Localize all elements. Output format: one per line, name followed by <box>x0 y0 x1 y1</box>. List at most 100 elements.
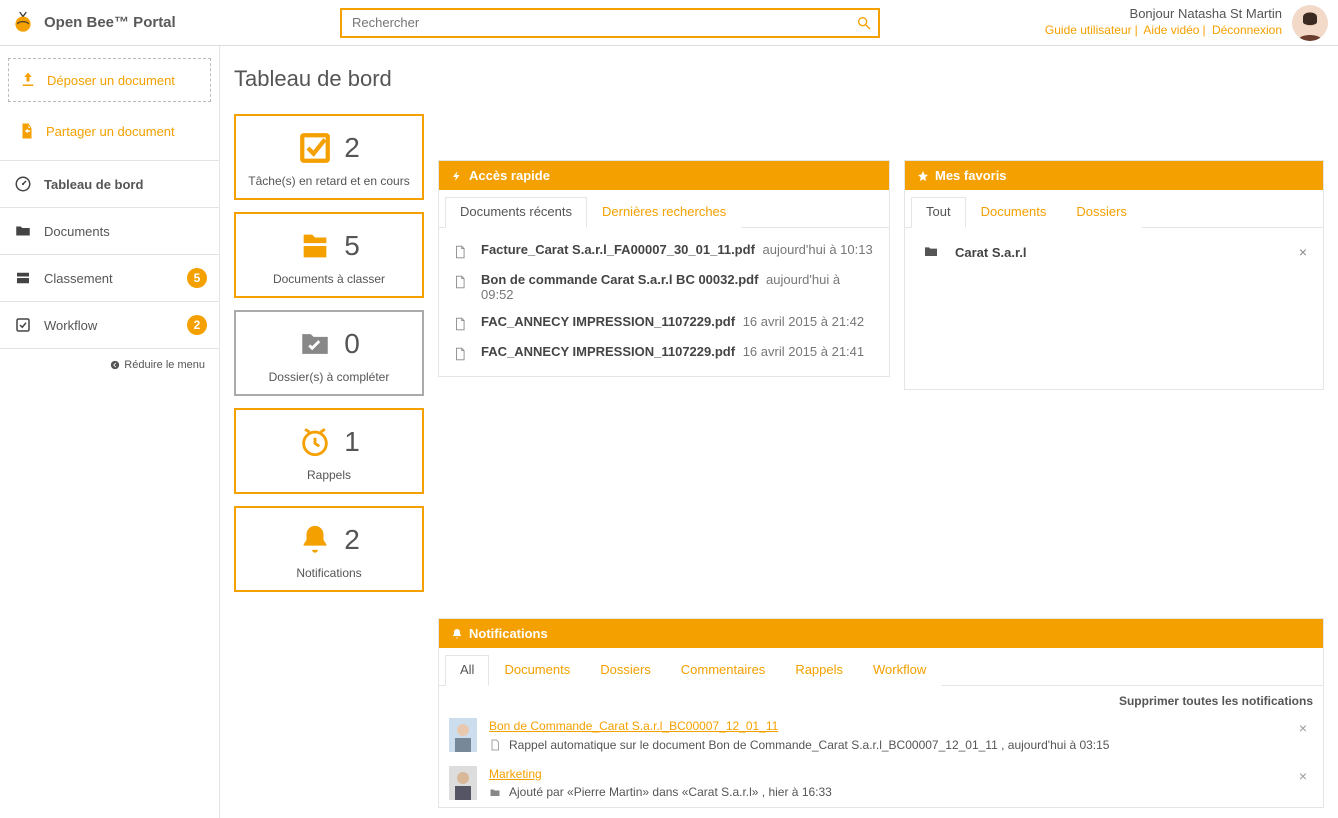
sidebar-item-documents[interactable]: Documents <box>0 208 219 255</box>
tab-notif-folders[interactable]: Dossiers <box>585 655 666 686</box>
link-video[interactable]: Aide vidéo <box>1143 23 1199 37</box>
tab-notif-reminders[interactable]: Rappels <box>780 655 858 686</box>
notif-text: Ajouté par «Pierre Martin» dans «Carat S… <box>509 784 832 801</box>
recent-doc-row[interactable]: FAC_ANNECY IMPRESSION_1107229.pdf 16 avr… <box>449 308 879 338</box>
doc-name: Bon de commande Carat S.a.r.l BC 00032.p… <box>481 272 758 287</box>
user-links: Guide utilisateur| Aide vidéo| Déconnexi… <box>1045 23 1282 39</box>
panel-title: Accès rapide <box>469 168 550 183</box>
tile-tasks[interactable]: 2 Tâche(s) en retard et en cours <box>234 114 424 200</box>
tile-notifications[interactable]: 2 Notifications <box>234 506 424 592</box>
user-avatar[interactable] <box>1292 5 1328 41</box>
pdf-icon <box>453 242 469 260</box>
notif-avatar <box>449 718 477 752</box>
main: Tableau de bord 2 Tâche(s) en retard et … <box>220 46 1338 818</box>
tab-fav-all[interactable]: Tout <box>911 197 966 228</box>
sidebar-item-label: Tableau de bord <box>44 177 143 192</box>
sidebar-item-label: Documents <box>44 224 110 239</box>
tab-notif-comments[interactable]: Commentaires <box>666 655 781 686</box>
tile-reminders[interactable]: 1 Rappels <box>234 408 424 494</box>
recent-doc-row[interactable]: Facture_Carat S.a.r.l_FA00007_30_01_11.p… <box>449 236 879 266</box>
favorite-row[interactable]: Carat S.a.r.l × <box>915 236 1313 268</box>
notification-row: Marketing Ajouté par «Pierre Martin» dan… <box>439 760 1323 808</box>
tab-notif-workflow[interactable]: Workflow <box>858 655 941 686</box>
search-input[interactable] <box>340 8 880 38</box>
pdf-icon <box>453 344 469 362</box>
sidebar-item-label: Workflow <box>44 318 97 333</box>
page-title: Tableau de bord <box>234 66 1324 92</box>
recent-doc-row[interactable]: Bon de commande Carat S.a.r.l BC 00032.p… <box>449 266 879 308</box>
share-document-button[interactable]: Partager un document <box>8 110 211 152</box>
bell-icon <box>298 523 332 557</box>
folder-check-icon <box>298 327 332 361</box>
badge: 5 <box>187 268 207 288</box>
share-label: Partager un document <box>46 124 175 139</box>
dismiss-notification-icon[interactable]: × <box>1293 718 1313 738</box>
sidebar-item-classement[interactable]: Classement 5 <box>0 255 219 302</box>
tab-fav-docs[interactable]: Documents <box>966 197 1062 228</box>
doc-name: Facture_Carat S.a.r.l_FA00007_30_01_11.p… <box>481 242 755 257</box>
doc-name: FAC_ANNECY IMPRESSION_1107229.pdf <box>481 314 735 329</box>
pdf-icon <box>453 272 469 290</box>
notif-text: Rappel automatique sur le document Bon d… <box>509 737 1109 754</box>
clock-icon <box>298 425 332 459</box>
sidebar: Déposer un document Partager un document… <box>0 46 220 818</box>
doc-date: aujourd'hui à 10:13 <box>763 242 873 257</box>
app-title: Open Bee™ Portal <box>44 14 176 31</box>
notif-title-link[interactable]: Bon de Commande_Carat S.a.r.l_BC00007_12… <box>489 719 778 733</box>
workflow-icon <box>14 316 32 334</box>
tab-fav-folders[interactable]: Dossiers <box>1061 197 1142 228</box>
logo[interactable]: Open Bee™ Portal <box>10 10 230 36</box>
star-icon <box>917 170 929 182</box>
files-icon <box>298 229 332 263</box>
search-icon[interactable] <box>856 15 872 31</box>
upload-label: Déposer un document <box>47 73 175 88</box>
sidebar-item-dashboard[interactable]: Tableau de bord <box>0 160 219 208</box>
check-icon <box>298 131 332 165</box>
tile-docs-to-file[interactable]: 5 Documents à classer <box>234 212 424 298</box>
doc-name: FAC_ANNECY IMPRESSION_1107229.pdf <box>481 344 735 359</box>
recent-doc-row[interactable]: FAC_ANNECY IMPRESSION_1107229.pdf 16 avr… <box>449 338 879 368</box>
notif-title-link[interactable]: Marketing <box>489 767 542 781</box>
dismiss-notification-icon[interactable]: × <box>1293 766 1313 786</box>
quick-access-panel: Accès rapide Documents récents Dernières… <box>438 160 890 377</box>
favorite-name: Carat S.a.r.l <box>955 245 1027 260</box>
tile-number: 2 <box>344 132 360 164</box>
notification-row: Bon de Commande_Carat S.a.r.l_BC00007_12… <box>439 712 1323 760</box>
sidebar-item-label: Classement <box>44 271 113 286</box>
doc-icon <box>489 738 501 752</box>
tab-notif-docs[interactable]: Documents <box>489 655 585 686</box>
bolt-icon <box>451 170 463 182</box>
tile-folders-to-complete[interactable]: 0 Dossier(s) à compléter <box>234 310 424 396</box>
panel-title: Mes favoris <box>935 168 1007 183</box>
upload-document-button[interactable]: Déposer un document <box>8 58 211 102</box>
user-greeting: Bonjour Natasha St Martin <box>1045 6 1282 23</box>
tile-number: 1 <box>344 426 360 458</box>
pdf-icon <box>453 314 469 332</box>
bell-icon <box>451 628 463 640</box>
tile-number: 0 <box>344 328 360 360</box>
favorites-tabs: Tout Documents Dossiers <box>905 190 1323 228</box>
link-logout[interactable]: Déconnexion <box>1212 23 1282 37</box>
collapse-menu-button[interactable]: Réduire le menu <box>0 349 219 381</box>
clear-all-notifications[interactable]: Supprimer toutes les notifications <box>439 686 1323 712</box>
tile-label: Tâche(s) en retard et en cours <box>242 174 416 188</box>
filing-icon <box>14 269 32 287</box>
dashboard-icon <box>14 175 32 193</box>
upload-icon <box>19 71 37 89</box>
search-wrap <box>340 8 880 38</box>
notifications-header: Notifications <box>439 619 1323 648</box>
tile-label: Dossier(s) à compléter <box>242 370 416 384</box>
badge: 2 <box>187 315 207 335</box>
notifications-tabs: All Documents Dossiers Commentaires Rapp… <box>439 648 1323 686</box>
sidebar-item-workflow[interactable]: Workflow 2 <box>0 302 219 349</box>
tab-notif-all[interactable]: All <box>445 655 489 686</box>
bee-logo-icon <box>10 10 36 36</box>
notifications-panel: Notifications All Documents Dossiers Com… <box>438 618 1324 808</box>
tab-recent-searches[interactable]: Dernières recherches <box>587 197 741 228</box>
remove-favorite-icon[interactable]: × <box>1299 244 1307 260</box>
tile-label: Notifications <box>242 566 416 580</box>
link-guide[interactable]: Guide utilisateur <box>1045 23 1132 37</box>
header: Open Bee™ Portal Bonjour Natasha St Mart… <box>0 0 1338 46</box>
collapse-label: Réduire le menu <box>124 359 205 371</box>
tab-recent-docs[interactable]: Documents récents <box>445 197 587 228</box>
